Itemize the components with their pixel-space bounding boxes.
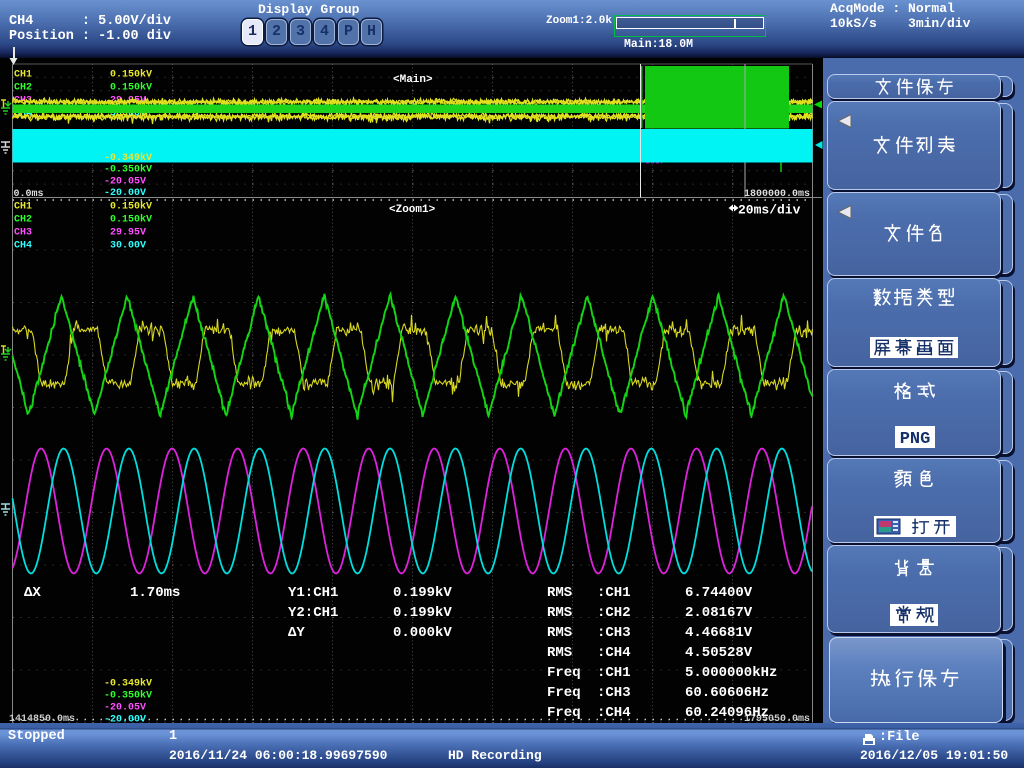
svg-text::CH4: :CH4 [597, 645, 631, 661]
svg-text:1414850.0ms: 1414850.0ms [9, 714, 75, 723]
svg-text:0.199kV: 0.199kV [393, 605, 452, 621]
svg-text:0.150kV: 0.150kV [110, 69, 152, 81]
svg-text:30.00V: 30.00V [110, 241, 146, 252]
svg-text:CH2: CH2 [14, 83, 32, 94]
svg-text:-0.350kV: -0.350kV [104, 690, 152, 702]
svg-text:-20.05V: -20.05V [104, 703, 146, 714]
svg-text:2.08167V: 2.08167V [685, 605, 753, 621]
svg-text:Y2:CH1: Y2:CH1 [288, 605, 338, 621]
svg-text:60.24096Hz: 60.24096Hz [685, 705, 769, 721]
svg-text:4.50528V: 4.50528V [685, 645, 753, 661]
svg-text:-20.00V: -20.00V [104, 715, 146, 724]
svg-text:RMS: RMS [547, 645, 572, 661]
svg-text:20ms/div: 20ms/div [738, 203, 801, 218]
svg-text:0.000kV: 0.000kV [393, 625, 452, 641]
svg-text:60.60606Hz: 60.60606Hz [685, 685, 769, 701]
svg-text:5.000000kHz: 5.000000kHz [685, 665, 777, 681]
svg-text:-0.349kV: -0.349kV [104, 678, 152, 690]
svg-text:0.150kV: 0.150kV [110, 201, 152, 213]
svg-text:ΔY: ΔY [288, 625, 305, 641]
svg-text:0.199kV: 0.199kV [393, 585, 452, 601]
svg-text:29.95V: 29.95V [110, 228, 146, 239]
svg-text:RMS: RMS [547, 625, 572, 641]
svg-text:-0.350kV: -0.350kV [104, 164, 152, 176]
svg-text::CH2: :CH2 [597, 605, 631, 621]
svg-text:CH3: CH3 [14, 228, 32, 239]
svg-text:CH4: CH4 [14, 241, 32, 252]
svg-text:1800000.0ms: 1800000.0ms [744, 189, 810, 200]
svg-text:6.74400V: 6.74400V [685, 585, 753, 601]
svg-text:4.46681V: 4.46681V [685, 625, 753, 641]
svg-text:Freq: Freq [547, 705, 581, 721]
svg-text:ΔX: ΔX [24, 585, 41, 601]
svg-text:0.150kV: 0.150kV [110, 82, 152, 94]
svg-text::CH1: :CH1 [597, 585, 631, 601]
svg-text:-20.05V: -20.05V [104, 176, 146, 187]
svg-text:Freq: Freq [547, 685, 581, 701]
svg-text:1.70ms: 1.70ms [130, 585, 180, 601]
svg-text:<Zoom1>: <Zoom1> [389, 204, 436, 216]
svg-text::CH3: :CH3 [597, 685, 631, 701]
svg-text::CH3: :CH3 [597, 625, 631, 641]
svg-text:CH1: CH1 [14, 70, 32, 81]
svg-text:<Main>: <Main> [393, 74, 433, 86]
svg-text:0.150kV: 0.150kV [110, 214, 152, 226]
svg-text::CH4: :CH4 [597, 705, 631, 721]
svg-text:RMS: RMS [547, 585, 572, 601]
svg-text:-20.00V: -20.00V [104, 188, 146, 199]
svg-text:Freq: Freq [547, 665, 581, 681]
svg-text:CH2: CH2 [14, 215, 32, 226]
svg-text:-0.349kV: -0.349kV [104, 152, 152, 164]
svg-text:Y1:CH1: Y1:CH1 [288, 585, 338, 601]
svg-text:CH1: CH1 [14, 202, 32, 213]
svg-text::CH1: :CH1 [597, 665, 631, 681]
svg-text:RMS: RMS [547, 605, 572, 621]
svg-text:0.0ms: 0.0ms [14, 189, 44, 200]
